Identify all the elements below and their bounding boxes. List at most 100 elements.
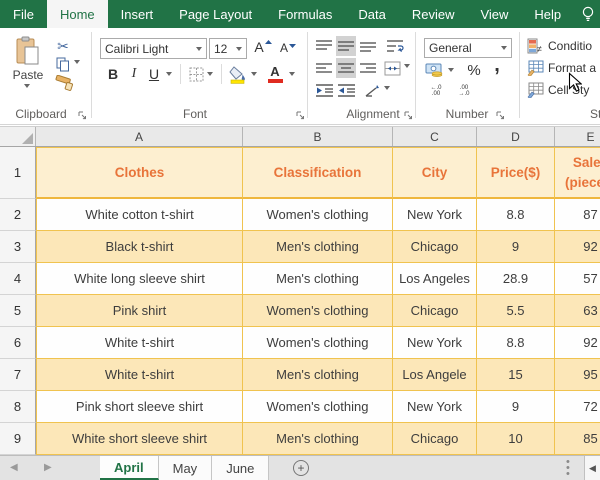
underline-dropdown-arrow[interactable] [166, 72, 172, 76]
font-name-combobox[interactable]: Calibri Light [100, 38, 207, 59]
cell-b9[interactable]: Men's clothing [243, 423, 393, 455]
new-sheet-button[interactable]: + [293, 460, 309, 476]
column-header-b[interactable]: B [243, 127, 393, 146]
cell-e1[interactable]: Sales (pieces) [555, 147, 600, 199]
cell-c5[interactable]: Chicago [393, 295, 477, 327]
middle-align-button[interactable] [336, 36, 356, 56]
format-as-table-button[interactable]: Format a [527, 60, 596, 76]
cell-d7[interactable]: 15 [477, 359, 555, 391]
splitter-dots-icon[interactable]: • • • [566, 457, 570, 480]
number-dialog-launcher[interactable] [496, 111, 505, 120]
cell-a8[interactable]: Pink short sleeve shirt [36, 391, 243, 423]
accounting-format-button[interactable] [424, 61, 446, 79]
row-header-5[interactable]: 5 [0, 295, 36, 327]
sheet-tab-may[interactable]: May [159, 456, 213, 480]
sheet-tab-april[interactable]: April [100, 456, 159, 480]
cell-e8[interactable]: 72 [555, 391, 600, 423]
cell-a4[interactable]: White long sleeve shirt [36, 263, 243, 295]
cell-d3[interactable]: 9 [477, 231, 555, 263]
cell-d4[interactable]: 28.9 [477, 263, 555, 295]
conditional-formatting-button[interactable]: ≠ Conditio [527, 38, 592, 54]
tab-page-layout[interactable]: Page Layout [166, 0, 265, 28]
tab-file[interactable]: File [0, 0, 47, 28]
fill-color-dropdown-arrow[interactable] [251, 72, 257, 76]
column-header-c[interactable]: C [393, 127, 477, 146]
italic-button[interactable]: I [126, 64, 142, 84]
cut-button[interactable]: ✂ [54, 38, 72, 54]
copy-dropdown-arrow[interactable] [74, 60, 80, 64]
cell-b1[interactable]: Classification [243, 147, 393, 199]
cell-c8[interactable]: New York [393, 391, 477, 423]
merge-center-dropdown-arrow[interactable] [404, 64, 410, 68]
row-header-9[interactable]: 9 [0, 423, 36, 455]
bottom-align-button[interactable] [358, 36, 378, 56]
increase-decimal-button[interactable]: ←.0.00 [424, 82, 448, 100]
bold-button[interactable]: B [104, 64, 122, 84]
paste-button[interactable] [10, 36, 46, 66]
cell-e2[interactable]: 87 [555, 199, 600, 231]
cell-e7[interactable]: 95 [555, 359, 600, 391]
font-color-button[interactable]: A [265, 63, 285, 85]
shrink-font-button[interactable]: A [277, 38, 299, 58]
cell-b8[interactable]: Women's clothing [243, 391, 393, 423]
cell-b6[interactable]: Women's clothing [243, 327, 393, 359]
fill-color-button[interactable] [228, 64, 248, 84]
alignment-dialog-launcher[interactable] [404, 111, 413, 120]
underline-button[interactable]: U [146, 64, 162, 84]
align-left-button[interactable] [314, 58, 334, 78]
cell-d8[interactable]: 9 [477, 391, 555, 423]
grow-font-button[interactable]: A [252, 37, 274, 57]
cell-e4[interactable]: 57 [555, 263, 600, 295]
row-header-2[interactable]: 2 [0, 199, 36, 231]
sheet-nav-prev-icon[interactable]: ◀ [10, 462, 18, 473]
tab-help[interactable]: Help [521, 0, 574, 28]
column-header-e[interactable]: E [555, 127, 600, 146]
cell-a3[interactable]: Black t-shirt [36, 231, 243, 263]
select-all-button[interactable] [0, 127, 36, 146]
cell-c1[interactable]: City [393, 147, 477, 199]
cell-b5[interactable]: Women's clothing [243, 295, 393, 327]
cell-b2[interactable]: Women's clothing [243, 199, 393, 231]
hscroll-left-button[interactable]: ◀ [584, 456, 600, 480]
font-size-combobox[interactable]: 12 [209, 38, 247, 59]
column-header-a[interactable]: A [36, 127, 243, 146]
cell-a9[interactable]: White short sleeve shirt [36, 423, 243, 455]
sheet-nav-next-icon[interactable]: ▶ [44, 462, 52, 473]
cell-b4[interactable]: Men's clothing [243, 263, 393, 295]
sheet-tab-june[interactable]: June [212, 456, 270, 480]
decrease-decimal-button[interactable]: .00 →.0 [452, 82, 476, 100]
borders-dropdown-arrow[interactable] [207, 72, 213, 76]
row-header-7[interactable]: 7 [0, 359, 36, 391]
comma-style-button[interactable]: , [490, 54, 504, 76]
cell-d1[interactable]: Price($) [477, 147, 555, 199]
orientation-button[interactable] [362, 80, 382, 100]
copy-button[interactable] [54, 56, 72, 72]
decrease-indent-button[interactable] [314, 80, 334, 100]
cell-a1[interactable]: Clothes [36, 147, 243, 199]
borders-button[interactable] [188, 66, 204, 82]
font-dialog-launcher[interactable] [296, 111, 305, 120]
orientation-dropdown-arrow[interactable] [384, 86, 390, 90]
cell-d9[interactable]: 10 [477, 423, 555, 455]
align-right-button[interactable] [358, 58, 378, 78]
cell-d5[interactable]: 5.5 [477, 295, 555, 327]
cell-a6[interactable]: White t-shirt [36, 327, 243, 359]
format-painter-button[interactable] [52, 74, 76, 94]
accounting-dropdown-arrow[interactable] [448, 68, 454, 72]
center-button[interactable] [336, 58, 356, 78]
cell-e6[interactable]: 92 [555, 327, 600, 359]
cell-c7[interactable]: Los Angele [393, 359, 477, 391]
paste-label[interactable]: Paste [8, 68, 48, 82]
tab-insert[interactable]: Insert [108, 0, 167, 28]
tell-me-lightbulb-icon[interactable] [580, 5, 596, 28]
row-header-6[interactable]: 6 [0, 327, 36, 359]
row-header-1[interactable]: 1 [0, 147, 36, 199]
cell-b3[interactable]: Men's clothing [243, 231, 393, 263]
cell-c6[interactable]: New York [393, 327, 477, 359]
tab-view[interactable]: View [467, 0, 521, 28]
cell-b7[interactable]: Men's clothing [243, 359, 393, 391]
column-header-d[interactable]: D [477, 127, 555, 146]
wrap-text-button[interactable] [384, 36, 406, 56]
clipboard-dialog-launcher[interactable] [78, 111, 87, 120]
top-align-button[interactable] [314, 36, 334, 56]
